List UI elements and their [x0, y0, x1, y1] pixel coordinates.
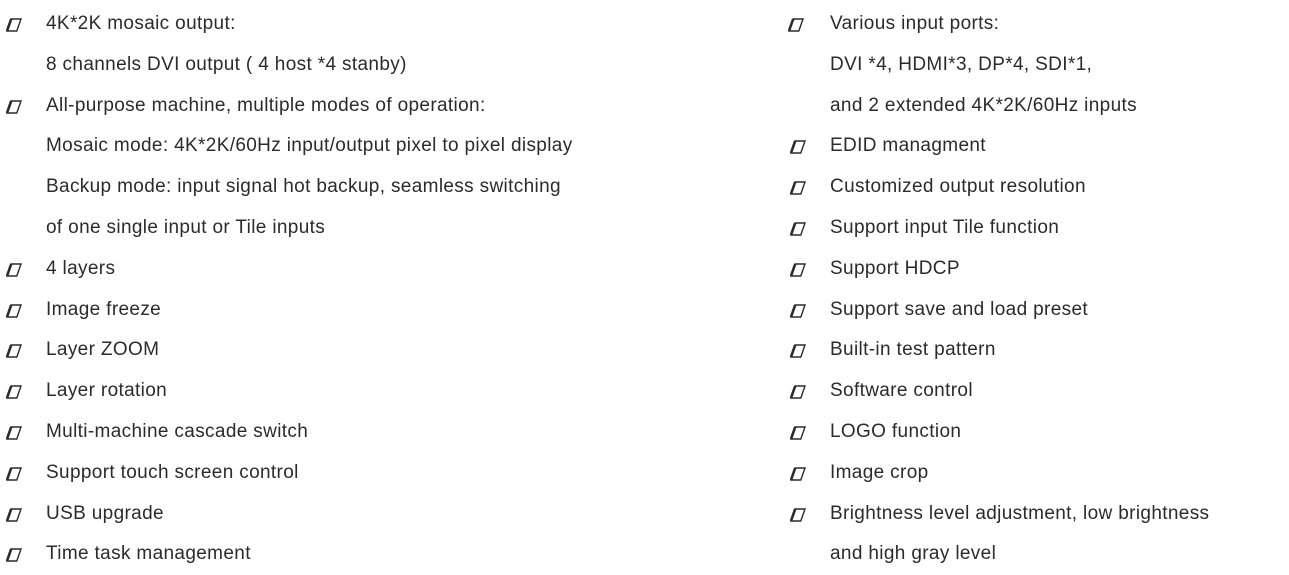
parallelogram-bullet-icon	[790, 303, 806, 318]
parallelogram-bullet-icon	[790, 222, 806, 236]
feature-list-right: Various input ports: DVI *4, HDMI*3, DP*4…	[762, 4, 1289, 575]
feature-item: Image crop	[762, 453, 1289, 494]
feature-item: EDID managment	[762, 126, 1289, 167]
feature-item: Time task management	[0, 534, 720, 575]
feature-text: Various input ports:	[830, 13, 1000, 34]
parallelogram-bullet-icon	[6, 467, 22, 481]
feature-item: Built-in test pattern	[762, 330, 1289, 371]
feature-text: Image crop	[830, 461, 929, 483]
parallelogram-bullet-icon	[788, 18, 804, 32]
feature-text: 4 layers	[46, 257, 116, 279]
parallelogram-bullet-icon	[790, 385, 806, 399]
feature-text: DVI *4, HDMI*3, DP*4, SDI*1,	[830, 53, 1093, 75]
feature-item: Image freeze	[0, 290, 720, 331]
feature-text: and high gray level	[830, 543, 997, 565]
feature-item-continuation: and high gray level	[762, 534, 1289, 575]
parallelogram-bullet-icon	[6, 344, 22, 359]
feature-item: Support touch screen control	[0, 453, 720, 494]
feature-item-continuation: of one single input or Tile inputs	[0, 208, 720, 249]
feature-item: 4K*2K mosaic output:	[0, 4, 720, 45]
parallelogram-bullet-icon	[6, 385, 22, 399]
feature-text: 8 channels DVI output ( 4 host *4 stanby…	[46, 53, 407, 75]
feature-text: Support input Tile function	[830, 216, 1060, 238]
feature-text: Built-in test pattern	[830, 339, 996, 361]
parallelogram-bullet-icon	[6, 99, 22, 114]
parallelogram-bullet-icon	[6, 426, 22, 440]
feature-text: Support HDCP	[830, 257, 960, 279]
feature-item: All-purpose machine, multiple modes of o…	[0, 86, 720, 127]
feature-item: USB upgrade	[0, 494, 720, 535]
feature-text: All-purpose machine, multiple modes of o…	[46, 94, 486, 116]
parallelogram-bullet-icon	[6, 263, 22, 277]
parallelogram-bullet-icon	[6, 303, 22, 318]
feature-item-continuation: Backup mode: input signal hot backup, se…	[0, 167, 720, 208]
parallelogram-bullet-icon	[6, 548, 22, 563]
feature-text: Mosaic mode: 4K*2K/60Hz input/output pix…	[46, 135, 573, 157]
feature-item: LOGO function	[762, 412, 1289, 453]
feature-item-continuation: 8 channels DVI output ( 4 host *4 stanby…	[0, 45, 720, 86]
feature-item: Software control	[762, 371, 1289, 412]
feature-item: Support HDCP	[762, 249, 1289, 290]
parallelogram-bullet-icon	[790, 140, 806, 155]
feature-text: Multi-machine cascade switch	[46, 420, 309, 442]
parallelogram-bullet-icon	[790, 426, 806, 440]
parallelogram-bullet-icon	[6, 507, 22, 522]
feature-text: and 2 extended 4K*2K/60Hz inputs	[830, 94, 1137, 116]
feature-item: Layer ZOOM	[0, 330, 720, 371]
parallelogram-bullet-icon	[790, 344, 806, 359]
feature-text: Brightness level adjustment, low brightn…	[830, 502, 1210, 524]
parallelogram-bullet-icon	[790, 263, 806, 277]
feature-text: Image freeze	[46, 298, 162, 320]
parallelogram-bullet-icon	[790, 507, 806, 522]
parallelogram-bullet-icon	[6, 18, 22, 32]
feature-text: Backup mode: input signal hot backup, se…	[46, 176, 561, 198]
feature-text: of one single input or Tile inputs	[46, 216, 326, 238]
feature-item-continuation: Mosaic mode: 4K*2K/60Hz input/output pix…	[0, 126, 720, 167]
feature-item: Support save and load preset	[762, 290, 1289, 331]
feature-item: Brightness level adjustment, low brightn…	[762, 494, 1289, 535]
feature-item-continuation: and 2 extended 4K*2K/60Hz inputs	[762, 86, 1289, 127]
feature-item-continuation: DVI *4, HDMI*3, DP*4, SDI*1,	[762, 45, 1289, 86]
feature-text: Time task management	[46, 543, 251, 565]
feature-text: Support touch screen control	[46, 461, 299, 483]
parallelogram-bullet-icon	[790, 181, 806, 195]
feature-item: Multi-machine cascade switch	[0, 412, 720, 453]
feature-item: Various input ports:	[762, 4, 1289, 45]
feature-text: USB upgrade	[46, 502, 164, 524]
feature-text: Support save and load preset	[830, 298, 1089, 320]
feature-list-left: 4K*2K mosaic output: 8 channels DVI outpu…	[0, 4, 720, 575]
feature-text: 4K*2K mosaic output:	[46, 13, 236, 34]
feature-item: Support input Tile function	[762, 208, 1289, 249]
feature-text: Software control	[830, 380, 973, 402]
feature-text: LOGO function	[830, 420, 962, 442]
feature-item: 4 layers	[0, 249, 720, 290]
feature-text: Customized output resolution	[830, 176, 1086, 198]
parallelogram-bullet-icon	[790, 467, 806, 481]
feature-item: Layer rotation	[0, 371, 720, 412]
feature-text: Layer rotation	[46, 380, 168, 402]
feature-text: Layer ZOOM	[46, 339, 160, 361]
feature-text: EDID managment	[830, 135, 986, 157]
feature-item: Customized output resolution	[762, 167, 1289, 208]
